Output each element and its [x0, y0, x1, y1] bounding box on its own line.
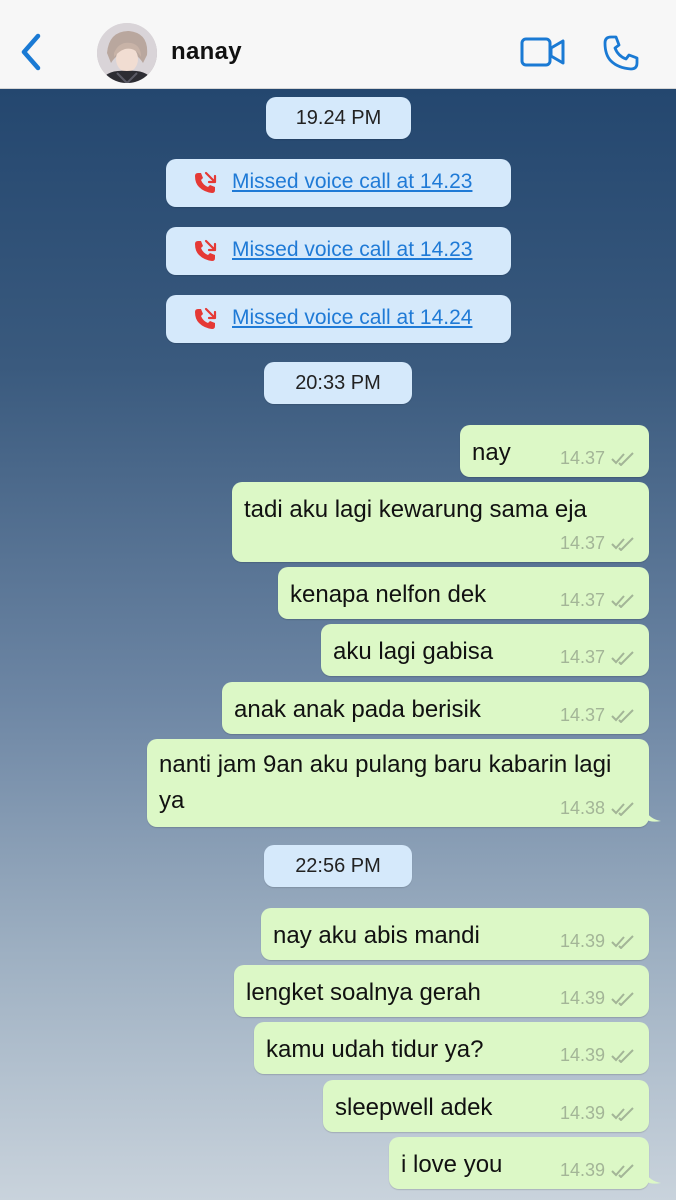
message-text: anak anak pada berisik: [234, 696, 481, 723]
read-ticks-icon: [611, 708, 634, 723]
message-meta: 14.39: [560, 1045, 635, 1066]
phone-icon: [603, 35, 639, 71]
read-ticks-icon: [611, 934, 634, 949]
bubble-tail: [645, 809, 661, 822]
message-time: 14.39: [559, 1045, 605, 1065]
date-chip: 20:33 PM: [264, 362, 412, 404]
read-ticks-icon: [611, 593, 634, 608]
message-meta: 14.39: [560, 1103, 635, 1124]
message-time: 14.38: [559, 798, 605, 818]
missed-call-text[interactable]: Missed voice call at 14.23: [232, 170, 472, 194]
message-meta: 14.39: [560, 988, 635, 1009]
message-text: i love you: [401, 1151, 503, 1178]
message-text: tadi aku lagi kewarung sama eja: [244, 496, 587, 523]
missed-call-item[interactable]: Missed voice call at 14.23: [166, 159, 511, 207]
message-meta: 14.37: [560, 647, 635, 668]
message-time: 14.37: [559, 590, 605, 610]
message-time: 14.37: [559, 705, 605, 725]
message-bubble[interactable]: tadi aku lagi kewarung sama eja 14.37: [232, 482, 649, 562]
missed-call-icon: [195, 171, 217, 193]
message-meta: 14.39: [560, 931, 635, 952]
missed-call-icon: [195, 307, 217, 329]
message-text: kenapa nelfon dek: [290, 581, 487, 608]
video-camera-icon: [520, 37, 565, 67]
missed-call-icon: [195, 239, 217, 261]
message-text: aku lagi gabisa: [333, 638, 494, 665]
read-ticks-icon: [611, 1106, 634, 1121]
read-ticks-icon: [611, 536, 634, 551]
read-ticks-icon: [611, 1163, 634, 1178]
message-meta: 14.37: [560, 590, 635, 611]
date-chip: 19.24 PM: [266, 97, 411, 139]
video-call-button[interactable]: [520, 36, 566, 68]
message-bubble[interactable]: anak anak pada berisik 14.37: [222, 682, 649, 734]
chevron-left-icon: [21, 33, 41, 71]
message-bubble[interactable]: kamu udah tidur ya? 14.39: [254, 1022, 649, 1074]
bubble-tail: [645, 1171, 661, 1184]
message-time: 14.39: [559, 931, 605, 951]
read-ticks-icon: [611, 801, 634, 816]
voice-call-button[interactable]: [602, 34, 640, 72]
message-bubble[interactable]: kenapa nelfon dek 14.37: [278, 567, 649, 619]
read-ticks-icon: [611, 650, 634, 665]
message-meta: 14.37: [560, 448, 635, 469]
message-meta: 14.37: [560, 705, 635, 726]
read-ticks-icon: [611, 991, 634, 1006]
message-time: 14.37: [559, 448, 605, 468]
message-bubble[interactable]: nay aku abis mandi 14.39: [261, 908, 649, 960]
message-time: 14.39: [559, 1103, 605, 1123]
message-text: kamu udah tidur ya?: [266, 1036, 484, 1063]
read-ticks-icon: [611, 1048, 634, 1063]
contact-name[interactable]: nanay: [171, 38, 242, 66]
avatar-image: [97, 23, 157, 83]
message-time: 14.39: [559, 1160, 605, 1180]
message-time: 14.37: [559, 647, 605, 667]
message-bubble[interactable]: aku lagi gabisa 14.37: [321, 624, 649, 676]
message-text: nay: [472, 439, 511, 466]
message-text: sleepwell adek: [335, 1094, 493, 1121]
message-meta: 14.38: [560, 798, 635, 819]
missed-call-item[interactable]: Missed voice call at 14.24: [166, 295, 511, 343]
back-button[interactable]: [14, 32, 50, 72]
message-text: nay aku abis mandi: [273, 922, 480, 949]
message-bubble[interactable]: nay 14.37: [460, 425, 649, 477]
message-bubble[interactable]: lengket soalnya gerah 14.39: [234, 965, 649, 1017]
missed-call-text[interactable]: Missed voice call at 14.24: [232, 306, 472, 330]
chat-header: nanay: [0, 0, 676, 89]
message-time: 14.39: [559, 988, 605, 1008]
date-chip: 22:56 PM: [264, 845, 412, 887]
message-text: lengket soalnya gerah: [246, 979, 481, 1006]
contact-avatar[interactable]: [97, 23, 157, 83]
missed-call-item[interactable]: Missed voice call at 14.23: [166, 227, 511, 275]
message-meta: 14.37: [560, 533, 635, 554]
message-meta: 14.39: [560, 1160, 635, 1181]
chat-screen: nanay 19.24 PM Missed voice call at 14.2…: [0, 0, 676, 1200]
message-bubble[interactable]: nanti jam 9an aku pulang baru kabarin la…: [147, 739, 661, 827]
missed-call-text[interactable]: Missed voice call at 14.23: [232, 238, 472, 262]
message-bubble[interactable]: i love you 14.39: [389, 1137, 661, 1189]
message-time: 14.37: [559, 533, 605, 553]
message-bubble[interactable]: sleepwell adek 14.39: [323, 1080, 649, 1132]
read-ticks-icon: [611, 451, 634, 466]
